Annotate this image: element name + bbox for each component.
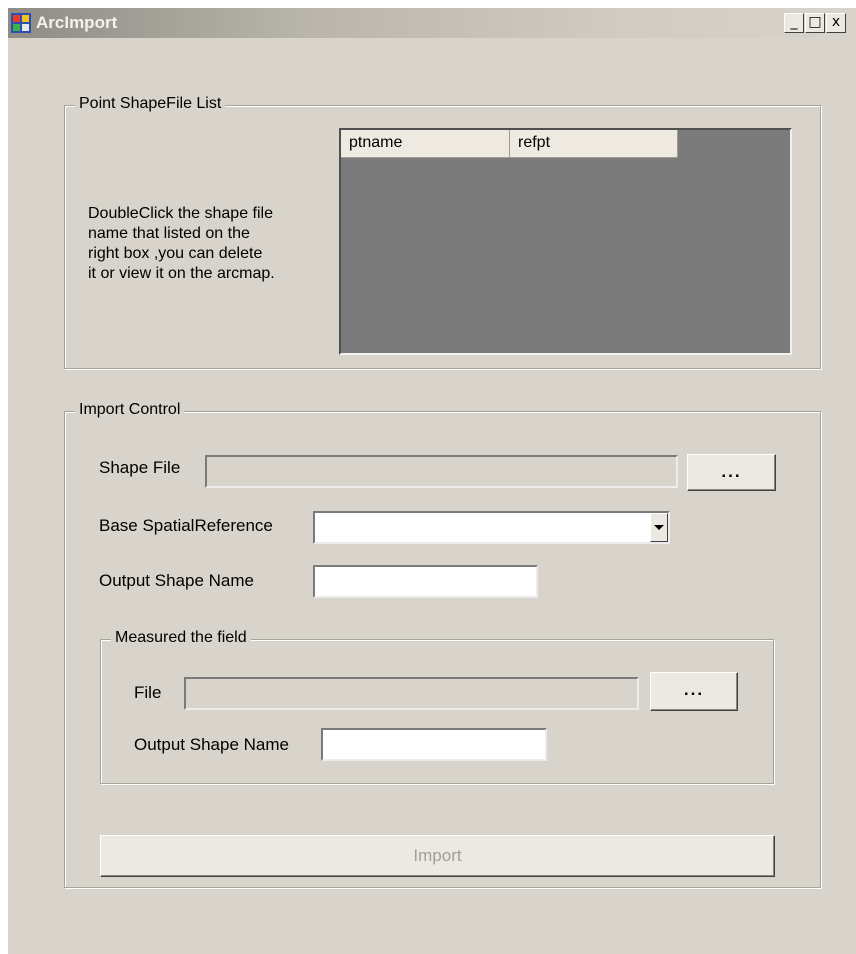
shape-file-label: Shape File: [99, 458, 181, 477]
point-shapefile-list-legend: Point ShapeFile List: [75, 95, 226, 113]
minimize-button[interactable]: _: [784, 13, 804, 33]
app-icon: [11, 13, 31, 33]
close-button[interactable]: x: [826, 13, 846, 33]
measured-output-shape-name-label: Output Shape Name: [134, 735, 289, 754]
column-header-ptname[interactable]: ptname: [341, 130, 510, 158]
window-title: ArcImport: [36, 13, 118, 32]
measured-field-legend: Measured the field: [111, 629, 251, 647]
title-bar[interactable]: ArcImport _ □ x: [8, 8, 856, 38]
base-spatial-reference-label: Base SpatialReference: [99, 516, 273, 535]
measured-file-label: File: [134, 683, 162, 702]
listview-header: ptname refpt: [341, 130, 678, 158]
shape-file-input[interactable]: [205, 455, 678, 488]
measured-field-group: Measured the field: [100, 629, 774, 784]
measured-file-browse-button[interactable]: ...: [650, 672, 738, 711]
chevron-down-icon[interactable]: [650, 513, 668, 542]
base-spatial-reference-select[interactable]: [313, 511, 670, 544]
import-control-legend: Import Control: [75, 401, 185, 419]
instructions-text: DoubleClick the shape file name that lis…: [88, 205, 275, 282]
output-shape-name-input[interactable]: [313, 565, 538, 598]
column-header-refpt[interactable]: refpt: [510, 130, 678, 158]
maximize-button[interactable]: □: [805, 13, 825, 33]
output-shape-name-label: Output Shape Name: [99, 571, 254, 590]
import-button[interactable]: Import: [100, 835, 775, 877]
shape-file-browse-button[interactable]: ...: [687, 454, 776, 491]
shapefile-listview[interactable]: ptname refpt: [339, 128, 792, 355]
measured-file-input[interactable]: [184, 677, 639, 710]
arcimport-window: ArcImport _ □ x Point ShapeFile List Dou…: [8, 8, 856, 954]
measured-output-shape-name-input[interactable]: [321, 728, 547, 761]
